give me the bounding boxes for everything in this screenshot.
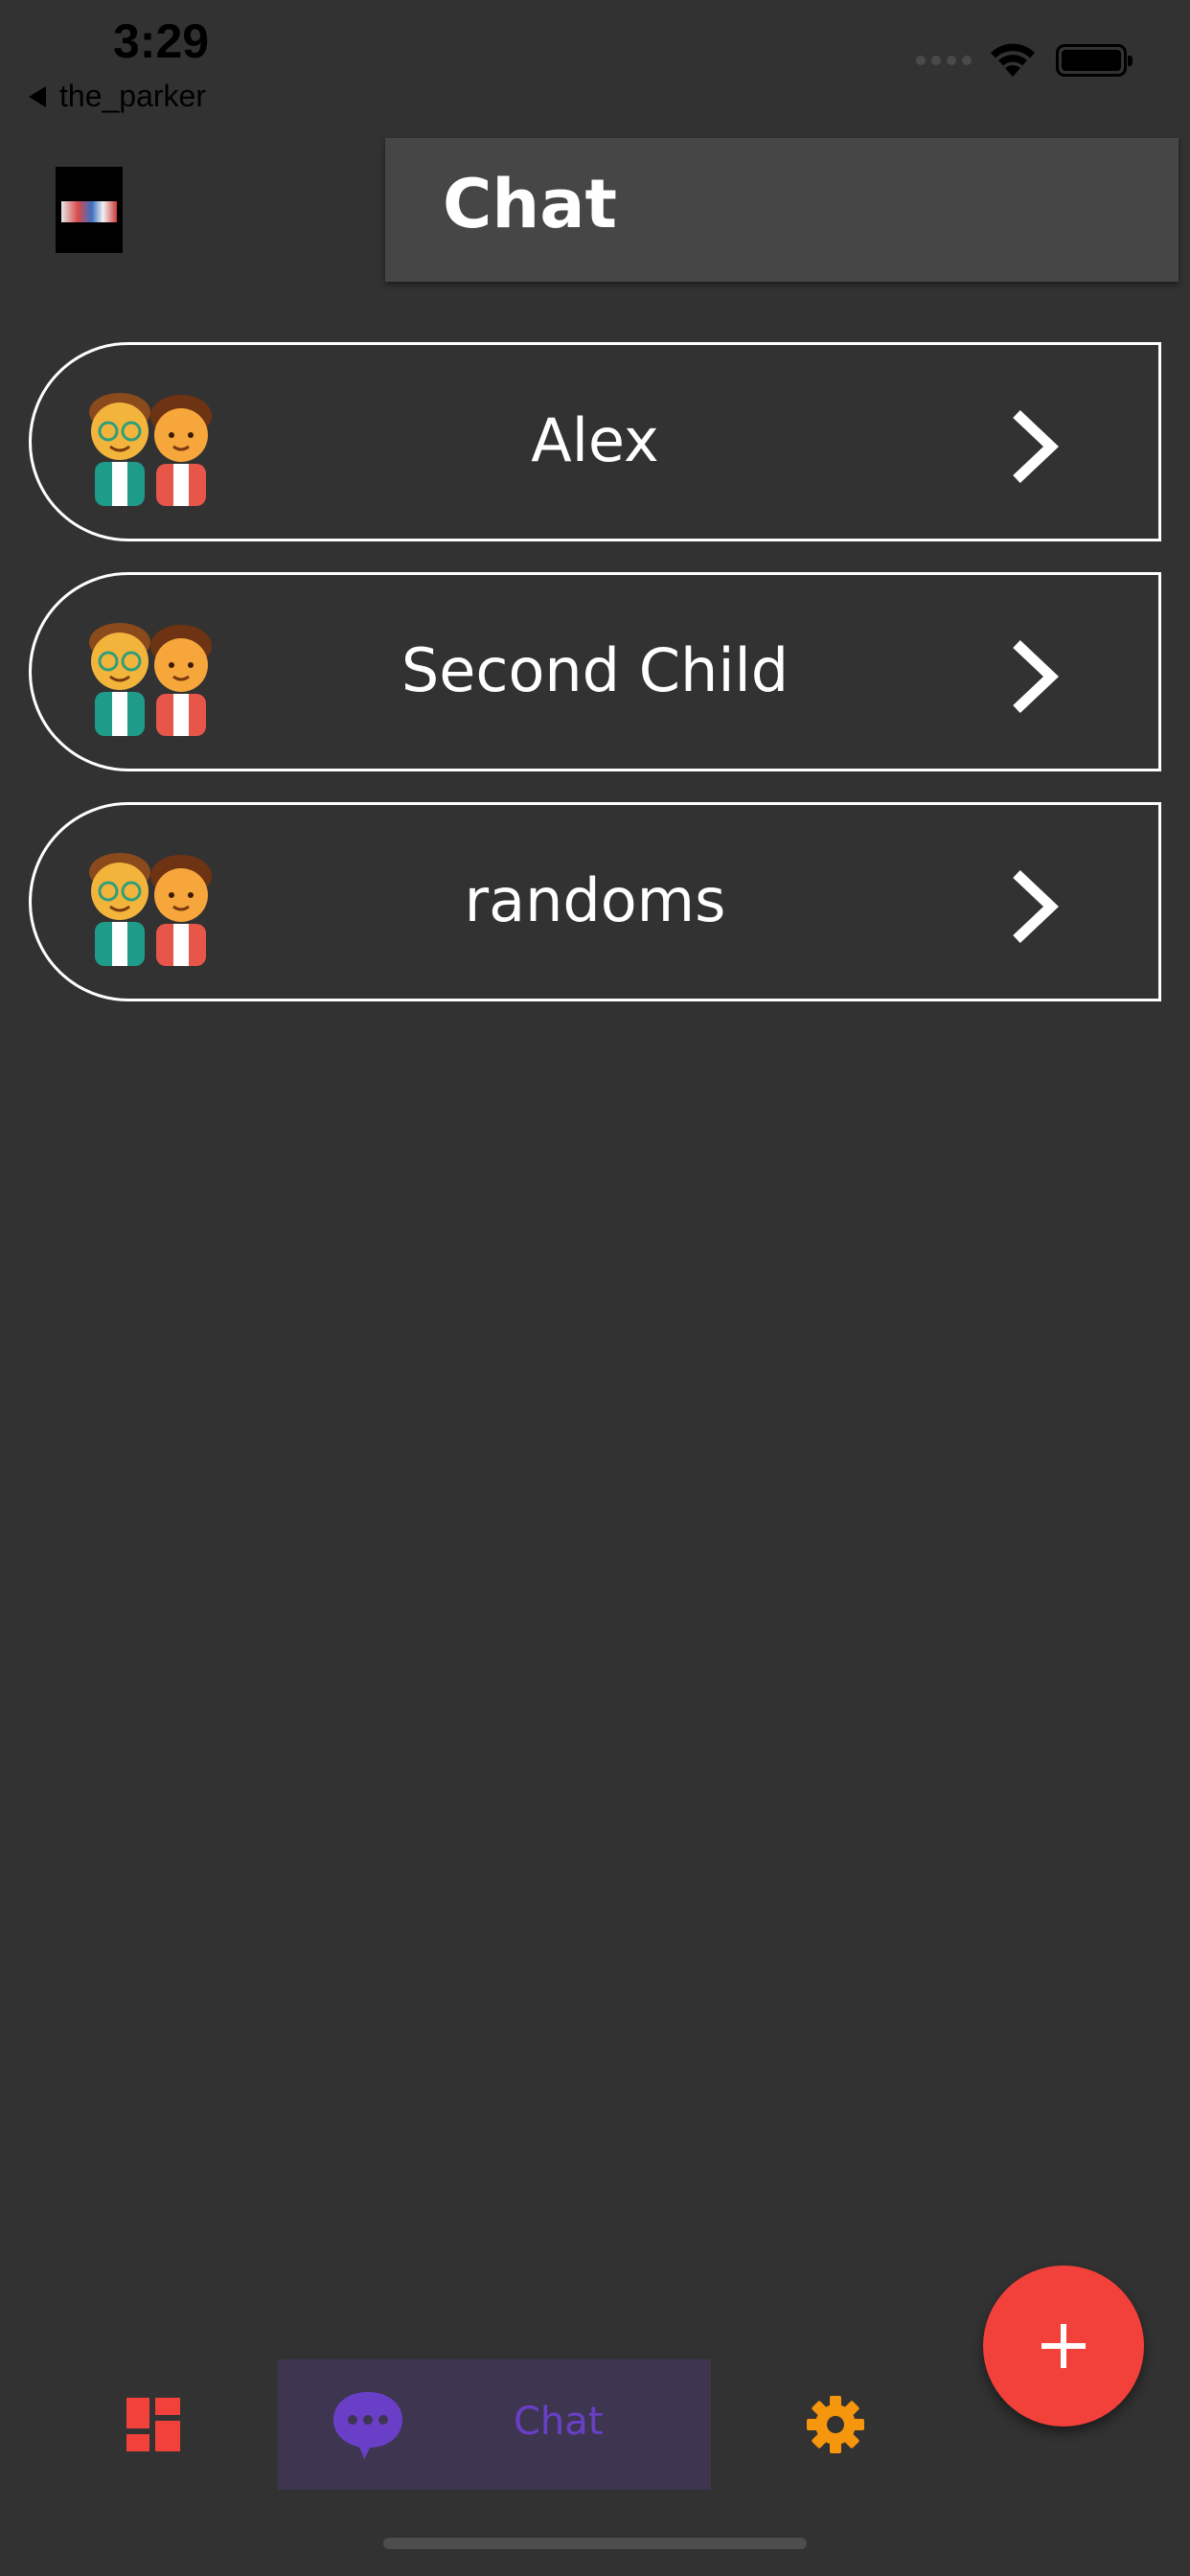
chevron-right-icon xyxy=(1013,870,1060,943)
chat-item[interactable]: Second Child xyxy=(29,572,1161,771)
wifi-icon xyxy=(991,43,1035,77)
kids-avatar-icon xyxy=(89,393,212,506)
back-app-label: the_parker xyxy=(59,79,206,113)
battery-icon xyxy=(1056,44,1133,77)
status-icons xyxy=(916,42,1133,79)
page-title: Chat xyxy=(443,165,617,243)
gear-icon xyxy=(807,2396,864,2453)
cellular-signal-icon xyxy=(916,56,972,65)
nav-dashboard[interactable] xyxy=(113,2359,194,2490)
chat-item[interactable]: randoms xyxy=(29,802,1161,1001)
chat-name: Second Child xyxy=(400,635,790,705)
profile-photo xyxy=(61,201,117,222)
home-indicator xyxy=(383,2538,807,2549)
nav-settings[interactable] xyxy=(797,2359,874,2490)
profile-thumbnail[interactable] xyxy=(56,167,123,253)
nav-chat[interactable]: Chat xyxy=(278,2359,711,2490)
kids-avatar-icon xyxy=(89,623,212,736)
dashboard-icon xyxy=(126,2398,180,2451)
status-time: 3:29 xyxy=(113,14,210,68)
chat-bubble-icon xyxy=(333,2392,402,2459)
chat-name: Alex xyxy=(531,405,659,475)
back-to-app-link[interactable]: the_parker xyxy=(29,79,206,114)
chat-name: randoms xyxy=(464,865,726,935)
nav-chat-label: Chat xyxy=(514,2400,604,2444)
screen: 3:29 the_parker Chat Alex Second Child r… xyxy=(0,0,1190,2576)
chat-item[interactable]: Alex xyxy=(29,342,1161,541)
chat-list: Alex Second Child randoms xyxy=(29,342,1161,1032)
title-panel: Chat xyxy=(385,138,1179,282)
chevron-right-icon xyxy=(1013,410,1060,483)
back-arrow-icon xyxy=(29,85,46,107)
bottom-nav: Chat xyxy=(0,2359,1190,2490)
kids-avatar-icon xyxy=(89,853,212,966)
chevron-right-icon xyxy=(1013,640,1060,713)
